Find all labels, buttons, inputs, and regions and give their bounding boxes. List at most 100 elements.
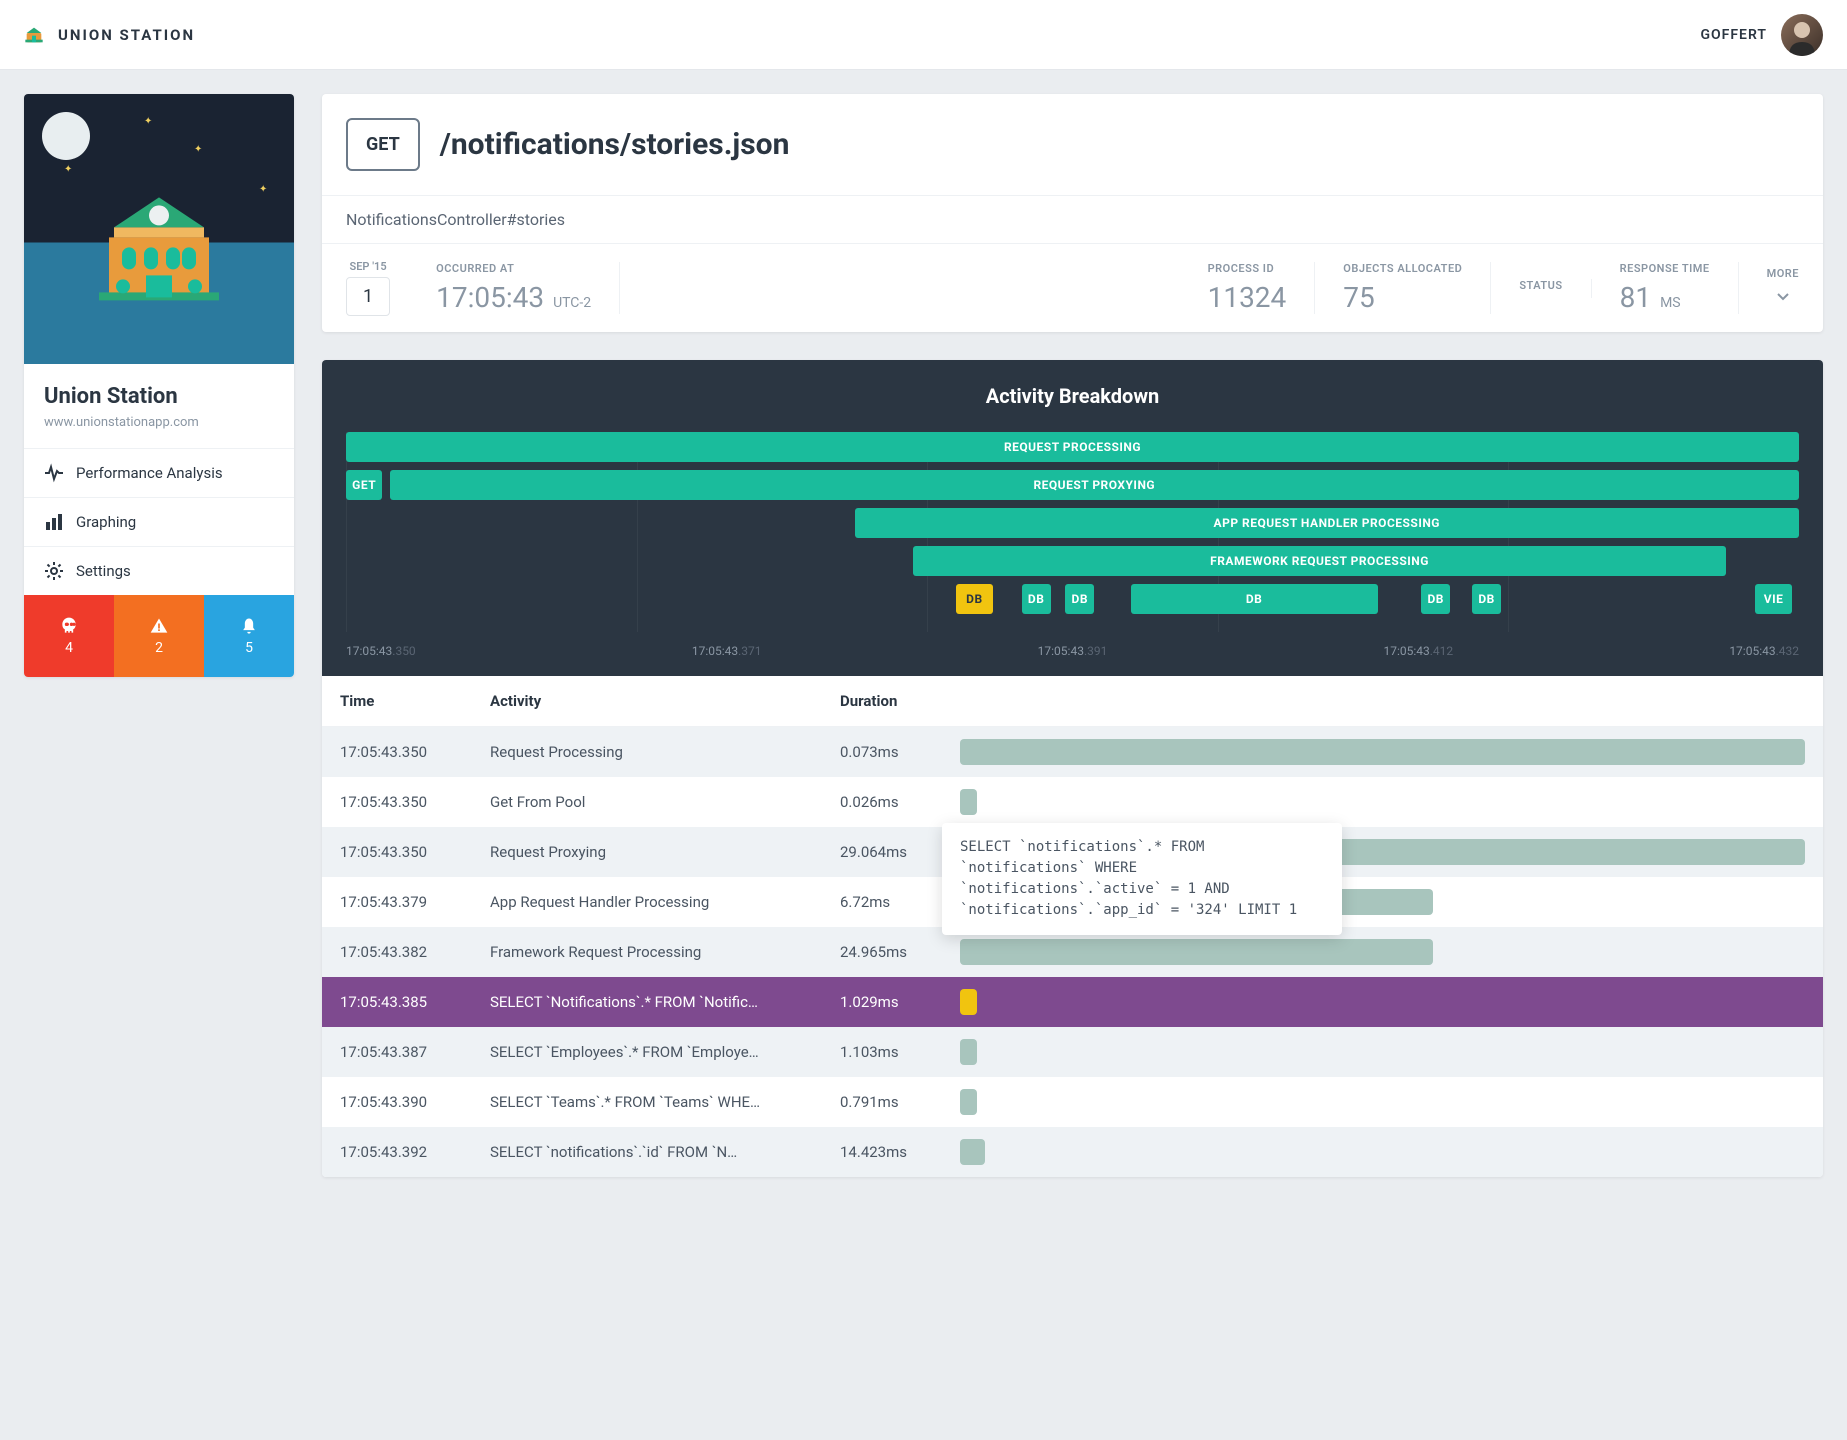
table-row[interactable]: 17:05:43.387SELECT `Employees`.* FROM `E… — [322, 1027, 1823, 1077]
brand[interactable]: UNION STATION — [24, 25, 195, 45]
stat-value: 75 — [1343, 281, 1462, 314]
chevron-down-icon — [1773, 286, 1793, 306]
gantt-chart[interactable]: REQUEST PROCESSING GET REQUEST PROXYING APP… — [346, 432, 1799, 632]
duration-bar — [960, 1089, 977, 1115]
cell-time: 17:05:43.350 — [322, 727, 472, 778]
alert-count: 4 — [65, 640, 73, 656]
sidebar-nav: Performance Analysis Graphing Settings — [24, 448, 294, 595]
more-toggle[interactable]: MORE — [1739, 267, 1799, 310]
stat-date: SEP '15 1 — [346, 260, 408, 316]
gantt-bar[interactable]: REQUEST PROXYING — [390, 470, 1799, 500]
cell-bar — [942, 977, 1823, 1027]
station-icon — [84, 167, 234, 321]
alert-info[interactable]: 5 — [204, 595, 294, 677]
duration-bar — [960, 989, 977, 1015]
cell-activity: SELECT `notifications`.`id` FROM `N… — [472, 1127, 822, 1177]
cell-duration: 14.423ms — [822, 1127, 942, 1177]
gantt-tick: 17:05:43.432 — [1729, 644, 1799, 658]
table-row[interactable]: 17:05:43.390SELECT `Teams`.* FROM `Teams… — [322, 1077, 1823, 1127]
gantt-bar[interactable]: APP REQUEST HANDLER PROCESSING — [855, 508, 1799, 538]
stat-value: 81 — [1620, 281, 1651, 314]
app-subtitle: www.unionstationapp.com — [24, 415, 294, 448]
gantt-bar[interactable]: DB — [1472, 584, 1501, 614]
table-row[interactable]: 17:05:43.379App Request Handler Processi… — [322, 877, 1823, 927]
date-day: 1 — [346, 277, 390, 316]
stat-unit: MS — [1660, 295, 1681, 311]
cell-duration: 0.791ms — [822, 1077, 942, 1127]
gantt-tick: 17:05:43.371 — [692, 644, 762, 658]
stat-label: OCCURRED AT — [436, 262, 591, 275]
duration-bar — [960, 739, 1805, 765]
cell-activity: Request Processing — [472, 727, 822, 778]
cell-duration: 1.103ms — [822, 1027, 942, 1077]
cell-time: 17:05:43.392 — [322, 1127, 472, 1177]
gantt-tick: 17:05:43.412 — [1383, 644, 1453, 658]
gantt-bar[interactable]: REQUEST PROCESSING — [346, 432, 1799, 462]
cell-bar: SELECT `notifications`.* FROM `notificat… — [942, 877, 1823, 927]
gantt-bar[interactable]: GET — [346, 470, 382, 500]
gantt-bar[interactable]: DB — [1065, 584, 1094, 614]
warning-icon — [149, 616, 169, 636]
user-area[interactable]: GOFFERT — [1700, 14, 1823, 56]
user-name: GOFFERT — [1700, 27, 1767, 43]
alert-count: 2 — [155, 640, 163, 656]
gantt-bar[interactable]: DB — [1421, 584, 1450, 614]
gantt-tick: 17:05:43.391 — [1038, 644, 1108, 658]
breakdown-title: Activity Breakdown — [346, 384, 1799, 408]
gantt-bar[interactable]: VIE — [1755, 584, 1791, 614]
th-duration[interactable]: Duration — [822, 676, 942, 727]
avatar[interactable] — [1781, 14, 1823, 56]
cell-activity: SELECT `Employees`.* FROM `Employe… — [472, 1027, 822, 1077]
cell-duration: 29.064ms — [822, 827, 942, 877]
sidebar-item-performance[interactable]: Performance Analysis — [24, 449, 294, 498]
logo-icon — [24, 25, 44, 45]
cell-activity: Request Proxying — [472, 827, 822, 877]
sidebar-item-settings[interactable]: Settings — [24, 547, 294, 595]
cell-time: 17:05:43.390 — [322, 1077, 472, 1127]
table-row[interactable]: 17:05:43.392SELECT `notifications`.`id` … — [322, 1127, 1823, 1177]
cell-duration: 1.029ms — [822, 977, 942, 1027]
cell-duration: 24.965ms — [822, 927, 942, 977]
th-activity[interactable]: Activity — [472, 676, 822, 727]
th-time[interactable]: Time — [322, 676, 472, 727]
cell-bar — [942, 1127, 1823, 1177]
sidebar-item-label: Performance Analysis — [76, 464, 223, 482]
method-badge: GET — [346, 118, 420, 171]
table-row[interactable]: 17:05:43.350Get From Pool0.026ms — [322, 777, 1823, 827]
request-card: GET /notifications/stories.json Notifica… — [322, 94, 1823, 332]
cell-bar — [942, 1077, 1823, 1127]
alert-warning[interactable]: 2 — [114, 595, 204, 677]
stat-status: STATUS — [1491, 279, 1591, 298]
sidebar-item-graphing[interactable]: Graphing — [24, 498, 294, 547]
request-header: GET /notifications/stories.json — [322, 94, 1823, 195]
duration-bar — [960, 1039, 977, 1065]
stat-objects: OBJECTS ALLOCATED 75 — [1315, 262, 1491, 314]
skull-icon — [59, 616, 79, 636]
gantt-tick: 17:05:43.350 — [346, 644, 416, 658]
cell-time: 17:05:43.350 — [322, 827, 472, 877]
table-row[interactable]: 17:05:43.350Request Processing0.073ms — [322, 727, 1823, 778]
gantt-bar[interactable]: DB — [1131, 584, 1378, 614]
breakdown-header: Activity Breakdown REQUEST PROCESSING GET… — [322, 360, 1823, 676]
sql-tooltip: SELECT `notifications`.* FROM `notificat… — [942, 823, 1342, 935]
cell-time: 17:05:43.385 — [322, 977, 472, 1027]
gear-icon — [44, 561, 64, 581]
table-row[interactable]: 17:05:43.385SELECT `Notifications`.* FRO… — [322, 977, 1823, 1027]
cell-duration: 6.72ms — [822, 877, 942, 927]
cell-activity: SELECT `Notifications`.* FROM `Notific… — [472, 977, 822, 1027]
cell-bar — [942, 727, 1823, 778]
alert-critical[interactable]: 4 — [24, 595, 114, 677]
brand-text: UNION STATION — [58, 26, 195, 44]
gantt-bar[interactable]: DB — [956, 584, 992, 614]
stat-label: PROCESS ID — [1208, 262, 1287, 275]
cell-time: 17:05:43.379 — [322, 877, 472, 927]
controller-action: NotificationsController#stories — [322, 195, 1823, 244]
app-card: ✦ ✦ ✦ ✦ — [24, 94, 294, 677]
gantt-bar[interactable]: FRAMEWORK REQUEST PROCESSING — [913, 546, 1727, 576]
duration-bar — [960, 789, 977, 815]
sidebar-item-label: Settings — [76, 562, 131, 580]
sidebar-item-label: Graphing — [76, 513, 136, 531]
activity-table: Time Activity Duration 17:05:43.350Reque… — [322, 676, 1823, 1177]
cell-activity: Framework Request Processing — [472, 927, 822, 977]
gantt-bar[interactable]: DB — [1022, 584, 1051, 614]
